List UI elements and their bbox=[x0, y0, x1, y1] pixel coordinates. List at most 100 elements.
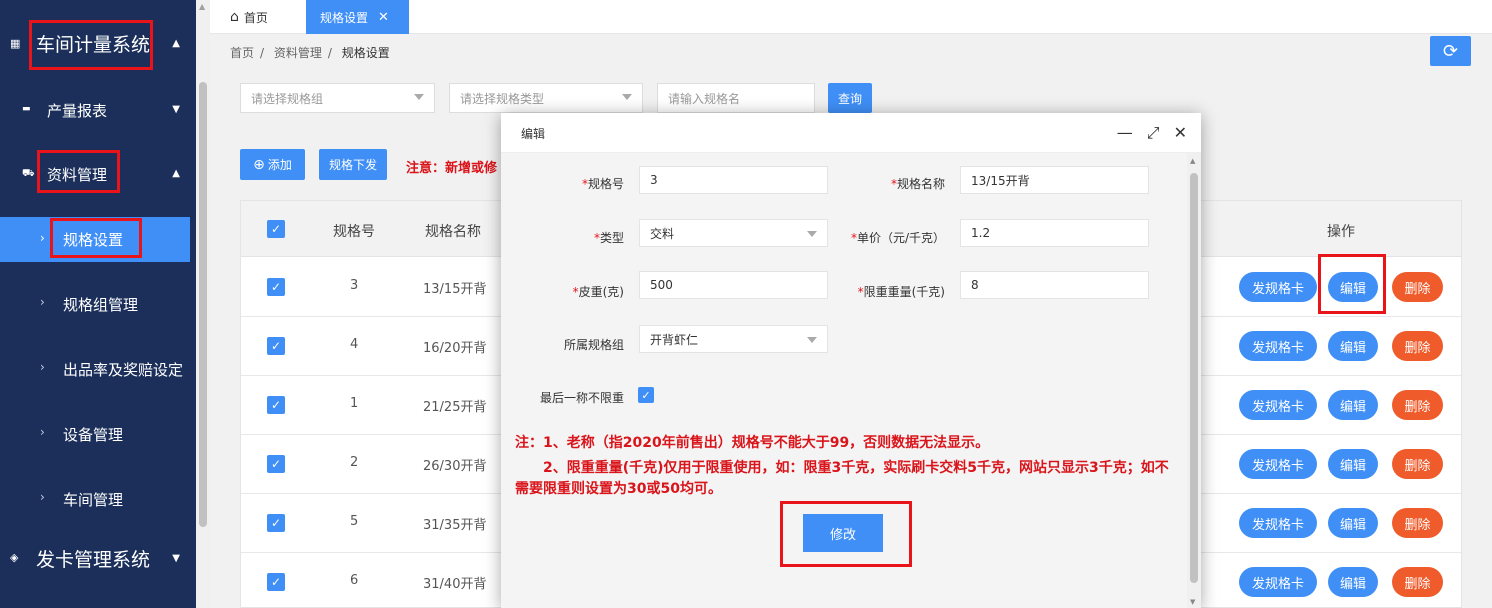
spec-group-select[interactable]: 请选择规格组 bbox=[240, 83, 435, 113]
row-checkbox[interactable]: ✓ bbox=[267, 278, 285, 296]
chevron-down-icon: ▼ bbox=[172, 104, 180, 115]
row-checkbox[interactable]: ✓ bbox=[267, 396, 285, 414]
breadcrumb-item[interactable]: 资料管理 bbox=[274, 46, 322, 60]
cell-spec-name: 31/40开背 bbox=[423, 577, 487, 592]
spec-type-select[interactable]: 请选择规格类型 bbox=[449, 83, 643, 113]
sidebar-item-spec-settings[interactable]: › 规格设置 bbox=[0, 217, 190, 262]
dialog-title: 编辑 bbox=[521, 127, 546, 141]
button-label: 编辑 bbox=[1339, 281, 1366, 297]
limit-weight-input[interactable]: 8 bbox=[960, 271, 1149, 299]
edit-button[interactable]: 编辑 bbox=[1328, 390, 1378, 420]
delete-button[interactable]: 删除 bbox=[1392, 449, 1443, 479]
issue-card-button[interactable]: 发规格卡 bbox=[1239, 567, 1317, 597]
tab-home[interactable]: ⌂ 首页 bbox=[230, 0, 268, 34]
refresh-button[interactable]: ⟳ bbox=[1430, 36, 1471, 66]
sidebar-item-label: 车间管理 bbox=[63, 491, 124, 509]
modify-button[interactable]: 修改 bbox=[803, 514, 883, 552]
edit-button[interactable]: 编辑 bbox=[1328, 449, 1378, 479]
scroll-down-icon[interactable]: ▼ bbox=[1190, 598, 1195, 606]
car-icon: ⛟ bbox=[22, 168, 35, 179]
caret-down-icon bbox=[807, 231, 817, 237]
scroll-up-icon[interactable]: ▲ bbox=[1190, 157, 1195, 165]
tab-bar: ⌂ 首页 规格设置 ✕ bbox=[210, 0, 1492, 34]
button-label: 规格下发 bbox=[328, 158, 377, 172]
button-label: 发规格卡 bbox=[1251, 576, 1304, 592]
edit-button[interactable]: 编辑 bbox=[1328, 508, 1378, 538]
query-button[interactable]: 查询 bbox=[828, 83, 872, 113]
tab-spec-settings[interactable]: 规格设置 ✕ bbox=[306, 0, 409, 34]
button-label: 编辑 bbox=[1339, 399, 1366, 415]
edit-button[interactable]: 编辑 bbox=[1328, 272, 1378, 302]
cell-spec-no: 3 bbox=[350, 278, 359, 293]
row-checkbox[interactable]: ✓ bbox=[267, 455, 285, 473]
sidebar-item-device[interactable]: › 设备管理 bbox=[0, 420, 196, 448]
button-label: 发规格卡 bbox=[1251, 340, 1304, 356]
spec-no-input[interactable]: 3 bbox=[639, 166, 828, 194]
label-text: 单价（元/千克） bbox=[856, 231, 945, 245]
sidebar-system-header[interactable]: ▦ 车间计量系统 ▲ bbox=[0, 28, 196, 60]
close-icon[interactable]: ✕ bbox=[378, 10, 389, 25]
sidebar-item-spec-group[interactable]: › 规格组管理 bbox=[0, 290, 196, 318]
sidebar-item-yield-settings[interactable]: › 出品率及奖赔设定 bbox=[0, 355, 196, 383]
refresh-icon: ⟳ bbox=[1442, 40, 1459, 62]
dialog-scrollbar[interactable]: ▲ ▼ bbox=[1187, 153, 1201, 608]
tare-label: *皮重(克) bbox=[573, 283, 624, 300]
issue-card-button[interactable]: 发规格卡 bbox=[1239, 272, 1317, 302]
delete-button[interactable]: 删除 bbox=[1392, 390, 1443, 420]
cell-spec-no: 1 bbox=[350, 396, 359, 411]
price-input[interactable]: 1.2 bbox=[960, 219, 1149, 247]
sidebar-card-system-header[interactable]: ◈ 发卡管理系统 ▼ bbox=[0, 543, 196, 575]
input-value: 500 bbox=[650, 278, 673, 292]
row-checkbox[interactable]: ✓ bbox=[267, 573, 285, 591]
sidebar-scrollbar[interactable]: ▲ bbox=[196, 0, 210, 608]
add-button[interactable]: ⊕ 添加 bbox=[240, 149, 305, 180]
sidebar-item-data-management[interactable]: ⛟ 资料管理 ▲ bbox=[0, 160, 196, 188]
edit-button[interactable]: 编辑 bbox=[1328, 331, 1378, 361]
row-checkbox[interactable]: ✓ bbox=[267, 337, 285, 355]
caret-down-icon bbox=[414, 94, 424, 100]
home-icon: ⌂ bbox=[230, 9, 239, 25]
spec-group-select[interactable]: 开背虾仁 bbox=[639, 325, 828, 353]
sidebar-item-production-report[interactable]: ▬ 产量报表 ▼ bbox=[0, 96, 196, 124]
label-text: 规格号 bbox=[587, 177, 624, 191]
delete-button[interactable]: 删除 bbox=[1392, 508, 1443, 538]
scrollbar-thumb[interactable] bbox=[1190, 173, 1198, 583]
building-icon: ▦ bbox=[10, 37, 21, 50]
chevron-up-icon: ▲ bbox=[172, 38, 180, 49]
dispatch-button[interactable]: 规格下发 bbox=[319, 149, 387, 180]
sidebar-item-workshop[interactable]: › 车间管理 bbox=[0, 485, 196, 513]
chevron-right-icon: › bbox=[40, 425, 45, 439]
delete-button[interactable]: 删除 bbox=[1392, 272, 1443, 302]
close-icon[interactable]: ✕ bbox=[1174, 123, 1187, 143]
delete-button[interactable]: 删除 bbox=[1392, 331, 1443, 361]
issue-card-button[interactable]: 发规格卡 bbox=[1239, 449, 1317, 479]
column-header: 操作 bbox=[1327, 224, 1355, 240]
spec-name-input[interactable]: 请输入规格名 bbox=[657, 83, 815, 113]
maximize-icon[interactable]: ⤢ bbox=[1147, 123, 1160, 143]
delete-button[interactable]: 删除 bbox=[1392, 567, 1443, 597]
tare-input[interactable]: 500 bbox=[639, 271, 828, 299]
row-checkbox[interactable]: ✓ bbox=[267, 514, 285, 532]
label-text: 限重重量(千克) bbox=[863, 285, 945, 299]
last-weigh-checkbox[interactable]: ✓ bbox=[638, 387, 654, 403]
spec-name-input[interactable]: 13/15开背 bbox=[960, 166, 1149, 194]
select-placeholder: 请选择规格组 bbox=[251, 91, 324, 106]
select-all-checkbox[interactable]: ✓ bbox=[267, 220, 285, 238]
issue-card-button[interactable]: 发规格卡 bbox=[1239, 508, 1317, 538]
issue-card-button[interactable]: 发规格卡 bbox=[1239, 390, 1317, 420]
edit-button[interactable]: 编辑 bbox=[1328, 567, 1378, 597]
issue-card-button[interactable]: 发规格卡 bbox=[1239, 331, 1317, 361]
tag-icon: ◈ bbox=[10, 551, 19, 564]
type-select[interactable]: 交料 bbox=[639, 219, 828, 247]
button-label: 删除 bbox=[1404, 340, 1431, 356]
breadcrumb-separator: / bbox=[260, 46, 265, 60]
chevron-right-icon: › bbox=[40, 490, 45, 504]
scroll-up-icon[interactable]: ▲ bbox=[199, 2, 205, 11]
button-label: 发规格卡 bbox=[1251, 399, 1304, 415]
scrollbar-thumb[interactable] bbox=[199, 82, 207, 527]
breadcrumb-item[interactable]: 首页 bbox=[230, 46, 254, 60]
dialog-note-2: 2、限重重量(千克)仅用于限重使用，如：限重3千克，实际刷卡交料5千克，网站只显… bbox=[515, 460, 1169, 497]
minimize-icon[interactable]: — bbox=[1117, 123, 1133, 143]
button-label: 删除 bbox=[1404, 399, 1431, 415]
button-label: 删除 bbox=[1404, 517, 1431, 533]
